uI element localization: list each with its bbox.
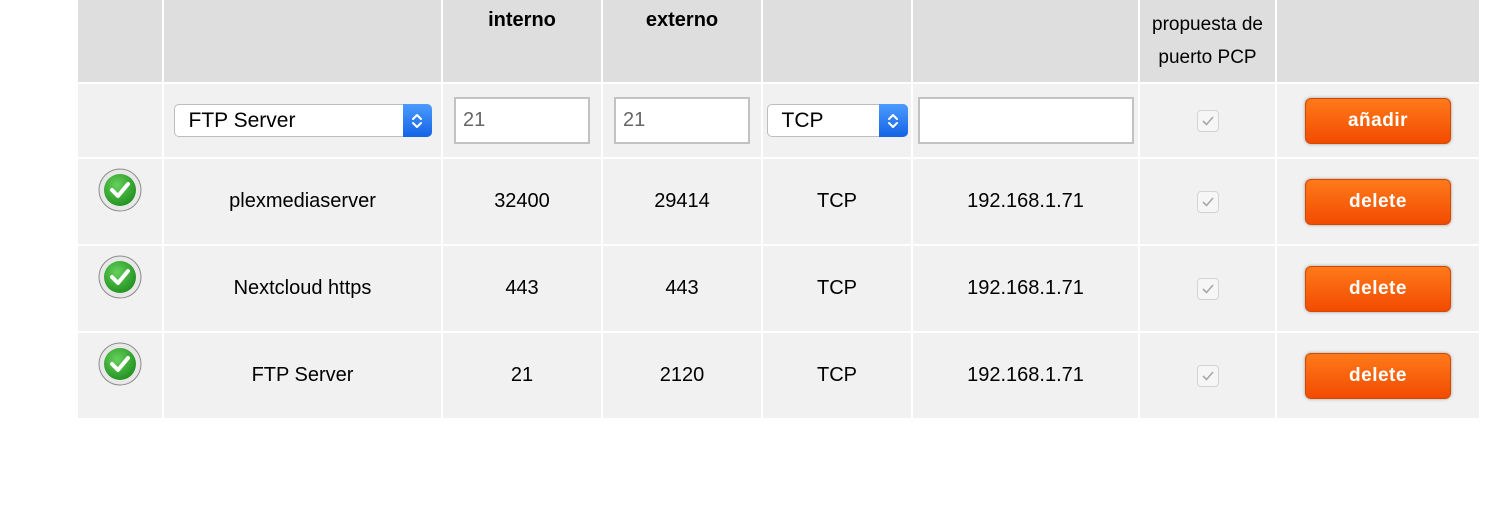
header-pcp-line2: puerto PCP: [1158, 47, 1257, 68]
row-external-port: 29414: [603, 159, 761, 244]
add-row-action-cell: añadir: [1277, 84, 1479, 157]
row-protocol: TCP: [763, 246, 911, 331]
pcp-checkbox[interactable]: [1196, 190, 1219, 213]
row-name: Nextcloud https: [164, 246, 441, 331]
header-pcp: propuesta de puerto PCP: [1140, 0, 1275, 82]
header-ip: [913, 0, 1138, 82]
pcp-checkbox[interactable]: [1196, 109, 1219, 132]
row-ip: 192.168.1.71: [913, 333, 1138, 418]
protocol-select-value: TCP: [781, 108, 824, 132]
row-internal-port: 32400: [443, 159, 601, 244]
row-internal-port: 443: [443, 246, 601, 331]
port-forwarding-table: interno externo propuesta de puerto PCP …: [78, 0, 1479, 418]
add-row-service-cell: FTP Server: [164, 84, 441, 157]
add-row-external-cell: 21: [603, 84, 761, 157]
protocol-select[interactable]: TCP: [766, 104, 908, 137]
header-protocol: [763, 0, 911, 82]
row-external-port: 2120: [603, 333, 761, 418]
pcp-checkbox[interactable]: [1196, 364, 1219, 387]
internal-port-input[interactable]: 21: [454, 97, 590, 144]
header-pcp-line1: propuesta de: [1152, 14, 1263, 35]
row-pcp-cell: [1140, 159, 1275, 244]
row-name: FTP Server: [164, 333, 441, 418]
row-protocol: TCP: [763, 159, 911, 244]
add-row-pcp-cell: [1140, 84, 1275, 157]
row-pcp-cell: [1140, 333, 1275, 418]
delete-button[interactable]: delete: [1305, 178, 1451, 225]
add-row-internal-cell: 21: [443, 84, 601, 157]
add-row-protocol-cell: TCP: [763, 84, 911, 157]
row-action-cell: delete: [1277, 246, 1479, 331]
header-service: [164, 0, 441, 82]
header-external-port: externo: [603, 0, 761, 82]
service-select-value: FTP Server: [188, 108, 296, 132]
ok-status-icon: [98, 168, 142, 212]
ip-address-input[interactable]: [917, 97, 1134, 144]
ok-status-icon: [98, 255, 142, 299]
row-external-port: 443: [603, 246, 761, 331]
row-action-cell: delete: [1277, 333, 1479, 418]
header-internal-port: interno: [443, 0, 601, 82]
add-row-ip-cell: [913, 84, 1138, 157]
row-name: plexmediaserver: [164, 159, 441, 244]
header-action: [1277, 0, 1479, 82]
row-internal-port: 21: [443, 333, 601, 418]
add-row-status: [78, 84, 162, 157]
select-arrows-icon: [878, 104, 908, 137]
external-port-input[interactable]: 21: [614, 97, 750, 144]
row-ip: 192.168.1.71: [913, 246, 1138, 331]
checkmark-icon: [1201, 196, 1214, 207]
checkmark-icon: [1201, 283, 1214, 294]
row-action-cell: delete: [1277, 159, 1479, 244]
row-status-cell: [78, 333, 162, 418]
row-ip: 192.168.1.71: [913, 159, 1138, 244]
row-protocol: TCP: [763, 333, 911, 418]
row-pcp-cell: [1140, 246, 1275, 331]
checkmark-icon: [1201, 370, 1214, 381]
service-select[interactable]: FTP Server: [173, 104, 432, 137]
ok-status-icon: [98, 342, 142, 386]
delete-button[interactable]: delete: [1305, 352, 1451, 399]
header-status: [78, 0, 162, 82]
checkmark-icon: [1201, 115, 1214, 126]
row-status-cell: [78, 246, 162, 331]
row-status-cell: [78, 159, 162, 244]
select-arrows-icon: [402, 104, 432, 137]
pcp-checkbox[interactable]: [1196, 277, 1219, 300]
delete-button[interactable]: delete: [1305, 265, 1451, 312]
add-button[interactable]: añadir: [1305, 97, 1451, 144]
